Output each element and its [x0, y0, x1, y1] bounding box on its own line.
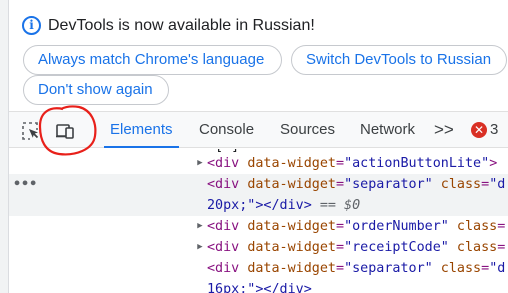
- dont-show-again-button[interactable]: Don't show again: [23, 75, 169, 105]
- tab-elements[interactable]: Elements: [104, 112, 179, 148]
- expand-arrow-icon[interactable]: ▶: [195, 216, 205, 237]
- more-options-icon[interactable]: •••: [13, 174, 37, 195]
- elements-tree: [ ] ▶ <div data-widget="actionButtonLite…: [9, 149, 508, 293]
- tree-node[interactable]: ▶ <div data-widget="actionButtonLite">: [195, 153, 497, 174]
- tab-console[interactable]: Console: [199, 112, 254, 147]
- more-tabs-button[interactable]: >>: [434, 112, 454, 147]
- left-panel-edge: [0, 0, 9, 293]
- inspect-element-icon[interactable]: [21, 121, 41, 141]
- device-toolbar-icon[interactable]: [55, 121, 75, 141]
- tab-network[interactable]: Network: [360, 112, 415, 147]
- match-language-button[interactable]: Always match Chrome's language: [23, 45, 282, 75]
- infobar-message: DevTools is now available in Russian!: [48, 17, 315, 34]
- expand-arrow-icon[interactable]: ▶: [195, 237, 205, 258]
- language-infobar: i DevTools is now available in Russian! …: [9, 0, 508, 111]
- selected-tree-node-continuation[interactable]: 20px;"></div> == $0: [9, 195, 508, 216]
- tree-node[interactable]: ▶ <div data-widget="receiptCode" class=: [195, 237, 505, 258]
- info-icon: i: [22, 16, 41, 35]
- selected-tree-node[interactable]: ••• <div data-widget="separator" class="…: [9, 174, 508, 195]
- tree-node[interactable]: ▶ <div data-widget="orderNumber" class=: [195, 216, 505, 237]
- tree-node-continuation[interactable]: 16px;"></div>: [207, 279, 312, 293]
- expand-arrow-icon[interactable]: ▶: [195, 153, 205, 174]
- tree-node[interactable]: <div data-widget="separator" class="d: [207, 258, 505, 279]
- devtools-toolbar: Elements Console Sources Network >> ✕ 3: [9, 105, 508, 156]
- error-count[interactable]: 3: [490, 112, 498, 147]
- switch-language-button[interactable]: Switch DevTools to Russian: [291, 45, 507, 75]
- error-icon[interactable]: ✕: [471, 122, 487, 138]
- tab-sources[interactable]: Sources: [280, 112, 335, 147]
